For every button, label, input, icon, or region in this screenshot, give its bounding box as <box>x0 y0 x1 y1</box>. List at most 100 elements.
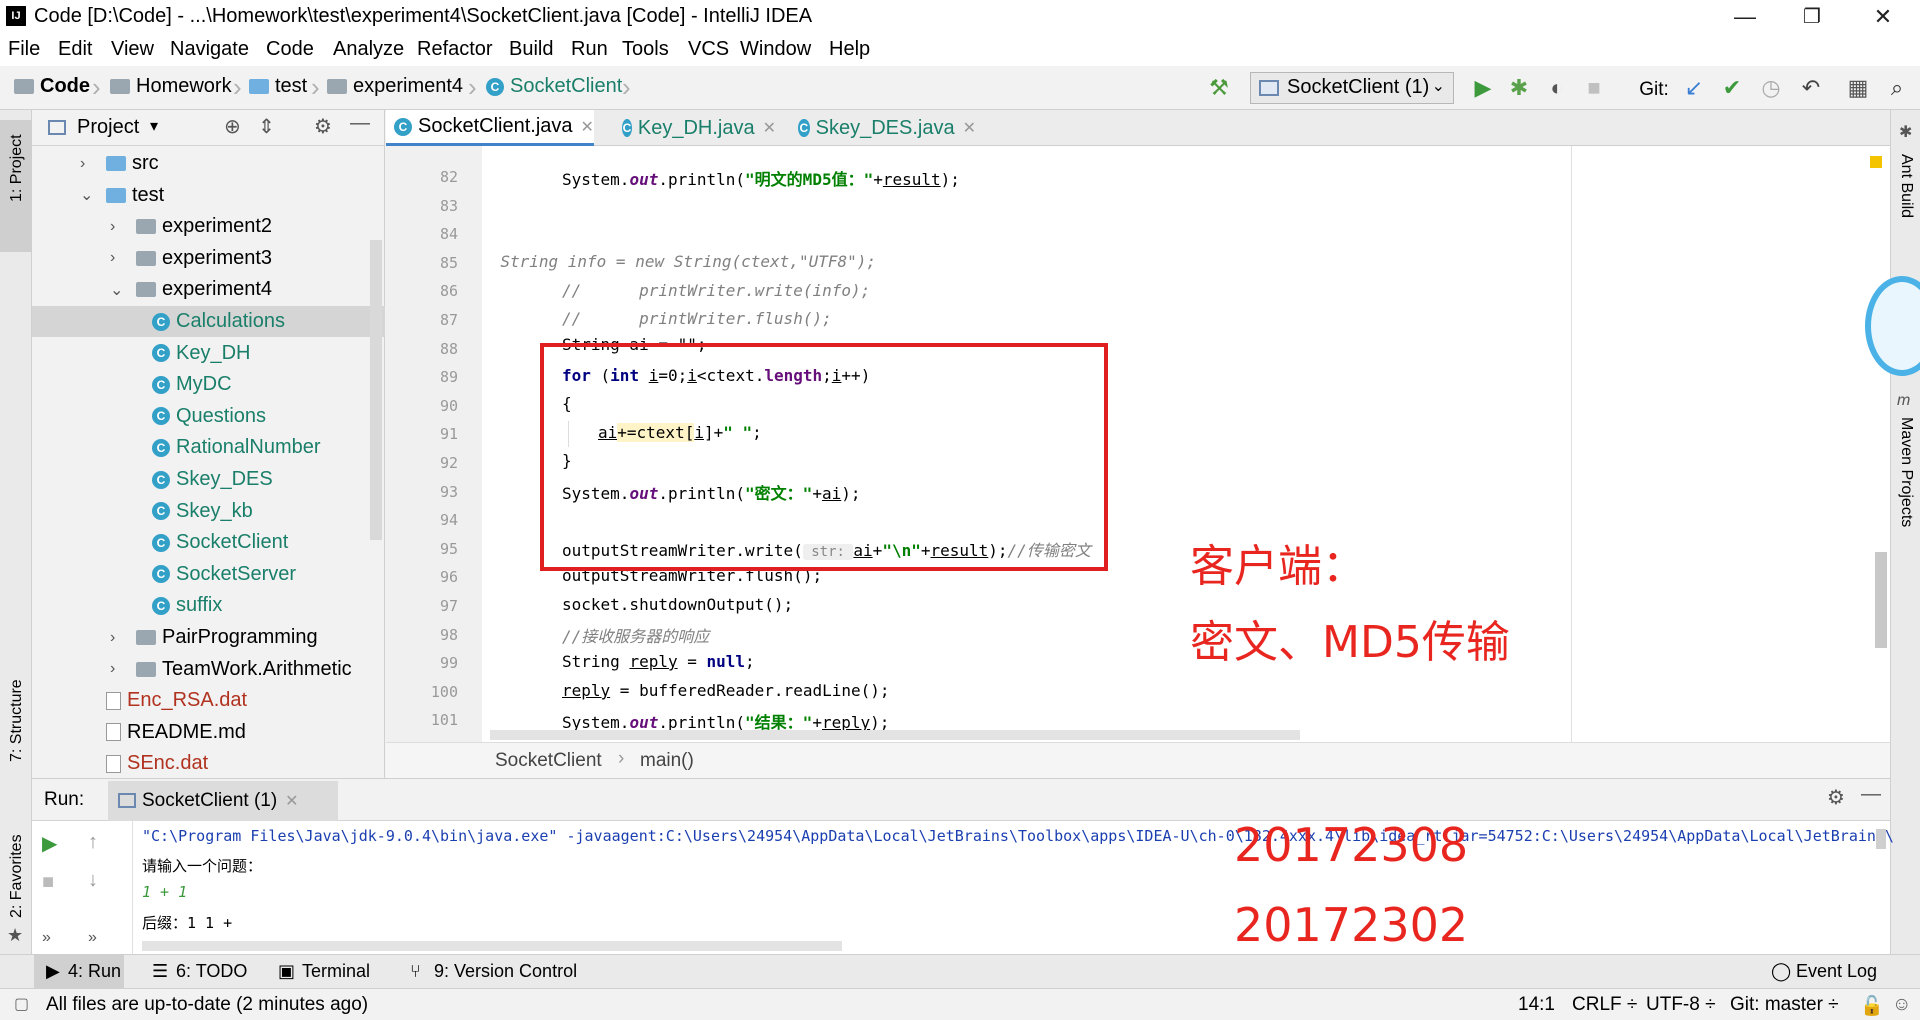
tab-project[interactable]: 1: Project <box>8 134 26 202</box>
tab-skey-des-java[interactable]: C Skey_DES.java ✕ <box>790 110 976 146</box>
down-arrow-icon[interactable]: ↓ <box>88 869 98 892</box>
chevron-right-icon[interactable]: › <box>110 218 128 236</box>
warning-marker[interactable] <box>1870 156 1882 168</box>
git-branch[interactable]: Git: master ÷ <box>1730 994 1839 1016</box>
tree-item[interactable]: Enc_RSA.dat <box>32 685 385 716</box>
tab-socketclient-java[interactable]: C SocketClient.java ✕ <box>386 110 594 146</box>
chevron-down-icon[interactable]: ⌄ <box>110 280 128 300</box>
tree-item[interactable]: › TeamWork.Arithmetic <box>32 654 385 685</box>
tree-item[interactable]: C SocketServer <box>32 559 385 590</box>
hide-icon[interactable]: — <box>1861 783 1881 806</box>
close-icon[interactable]: ✕ <box>285 791 298 811</box>
editor-h-scrollbar[interactable] <box>490 730 1300 740</box>
project-structure-icon[interactable]: ▦ <box>1844 74 1872 102</box>
menu-build[interactable]: Build <box>509 38 553 61</box>
tree-item[interactable]: SEnc.dat <box>32 748 385 779</box>
tree-item[interactable]: C RationalNumber <box>32 432 385 463</box>
menu-tools[interactable]: Tools <box>622 38 669 61</box>
more-icon[interactable]: » <box>88 929 97 947</box>
search-icon[interactable]: ⌕ <box>1883 74 1911 102</box>
chevron-right-icon[interactable]: › <box>110 249 128 267</box>
debug-icon[interactable]: ✱ <box>1505 74 1533 102</box>
stop-icon[interactable]: ■ <box>42 871 54 894</box>
breadcrumb-method[interactable]: main() <box>640 750 694 772</box>
more-icon[interactable]: » <box>42 929 51 947</box>
tree-item[interactable]: README.md <box>32 717 385 748</box>
editor-v-scrollbar[interactable] <box>1875 552 1887 648</box>
chevron-down-icon[interactable]: ⌄ <box>80 185 98 205</box>
coverage-icon[interactable]: ◐ <box>1543 74 1571 102</box>
console-h-scrollbar[interactable] <box>142 941 842 951</box>
tree-item[interactable]: C Skey_DES <box>32 464 385 495</box>
locate-icon[interactable]: ⊕ <box>224 114 241 139</box>
breadcrumb-class[interactable]: SocketClient <box>495 750 602 772</box>
tree-item[interactable]: › experiment2 <box>32 211 385 242</box>
tree-item[interactable]: C Key_DH <box>32 338 385 369</box>
line-separator[interactable]: CRLF ÷ <box>1572 994 1637 1016</box>
tab-ant-build[interactable]: Ant Build <box>1897 154 1915 218</box>
menu-run[interactable]: Run <box>571 38 608 61</box>
menu-edit[interactable]: Edit <box>58 38 92 61</box>
tree-item[interactable]: C Questions <box>32 401 385 432</box>
crumb-homework[interactable]: Homework <box>110 75 232 98</box>
caret-position[interactable]: 14:1 <box>1518 994 1555 1016</box>
console-v-scrollbar[interactable] <box>1876 829 1886 849</box>
tree-item[interactable]: Csuffix <box>32 590 385 621</box>
run-icon[interactable]: ▶ <box>1469 74 1497 102</box>
vcs-update-icon[interactable]: ↙ <box>1680 74 1708 102</box>
tree-item[interactable]: C MyDC <box>32 369 385 400</box>
menu-code[interactable]: Code <box>266 38 314 61</box>
run-tab[interactable]: SocketClient (1) ✕ <box>108 781 338 821</box>
menu-help[interactable]: Help <box>829 38 870 61</box>
stop-icon[interactable]: ■ <box>1580 74 1608 102</box>
gear-icon[interactable]: ⚙ <box>314 114 332 139</box>
tree-scrollbar[interactable] <box>370 240 382 540</box>
tool-todo[interactable]: 6: TODO <box>176 961 247 982</box>
tree-item[interactable]: C SocketClient <box>32 527 385 558</box>
revert-icon[interactable]: ↶ <box>1797 74 1825 102</box>
restore-button[interactable]: ❐ <box>1782 2 1842 32</box>
chevron-right-icon[interactable]: › <box>110 629 128 647</box>
tab-favorites[interactable]: 2: Favorites <box>8 834 26 918</box>
collapse-all-icon[interactable]: ⇕ <box>258 114 275 139</box>
crumb-code[interactable]: Code <box>14 75 90 98</box>
chevron-right-icon[interactable]: › <box>110 660 128 678</box>
menu-view[interactable]: View <box>111 38 154 61</box>
tab-key-dh-java[interactable]: C Key_DH.java ✕ <box>614 110 776 146</box>
tool-event-log[interactable]: Event Log <box>1796 961 1877 982</box>
menu-refactor[interactable]: Refactor <box>417 38 493 61</box>
close-icon[interactable]: ✕ <box>963 118 976 138</box>
tool-terminal[interactable]: Terminal <box>302 961 370 982</box>
menu-analyze[interactable]: Analyze <box>333 38 404 61</box>
menu-window[interactable]: Window <box>740 38 811 61</box>
crumb-experiment4[interactable]: experiment4 <box>327 75 463 98</box>
history-icon[interactable]: ◷ <box>1757 74 1785 102</box>
tree-item[interactable]: › src <box>32 148 385 179</box>
tree-item[interactable]: ⌄ test <box>32 180 385 211</box>
build-hammer-icon[interactable]: ⚒ <box>1205 74 1233 102</box>
tool-version-control[interactable]: 9: Version Control <box>434 961 577 982</box>
up-arrow-icon[interactable]: ↑ <box>88 831 98 854</box>
menu-vcs[interactable]: VCS <box>688 38 729 61</box>
tree-item[interactable]: › PairProgramming <box>32 622 385 653</box>
chevron-down-icon[interactable]: ▾ <box>150 116 158 136</box>
menu-navigate[interactable]: Navigate <box>170 38 249 61</box>
crumb-test[interactable]: test <box>249 75 307 98</box>
close-icon[interactable]: ✕ <box>763 118 776 138</box>
project-view-select[interactable]: Project <box>77 116 139 139</box>
hide-icon[interactable]: — <box>350 112 370 135</box>
run-configuration-select[interactable]: SocketClient (1) ⌄ <box>1250 72 1454 104</box>
tree-item[interactable]: C Calculations <box>32 306 385 337</box>
close-button[interactable]: ✕ <box>1853 2 1913 32</box>
inspector-icon[interactable]: ☺ <box>1892 994 1911 1016</box>
crumb-socketclient[interactable]: C SocketClient <box>486 75 622 98</box>
tab-maven-projects[interactable]: Maven Projects <box>1897 417 1915 527</box>
gear-icon[interactable]: ⚙ <box>1827 785 1845 810</box>
tool-run[interactable]: 4: Run <box>68 961 121 982</box>
rerun-icon[interactable]: ▶ <box>42 831 57 856</box>
minimize-button[interactable]: — <box>1715 2 1775 32</box>
chevron-right-icon[interactable]: › <box>80 155 98 173</box>
lock-icon[interactable]: 🔓 <box>1860 994 1884 1018</box>
menu-file[interactable]: File <box>8 38 40 61</box>
close-icon[interactable]: ✕ <box>581 117 594 137</box>
